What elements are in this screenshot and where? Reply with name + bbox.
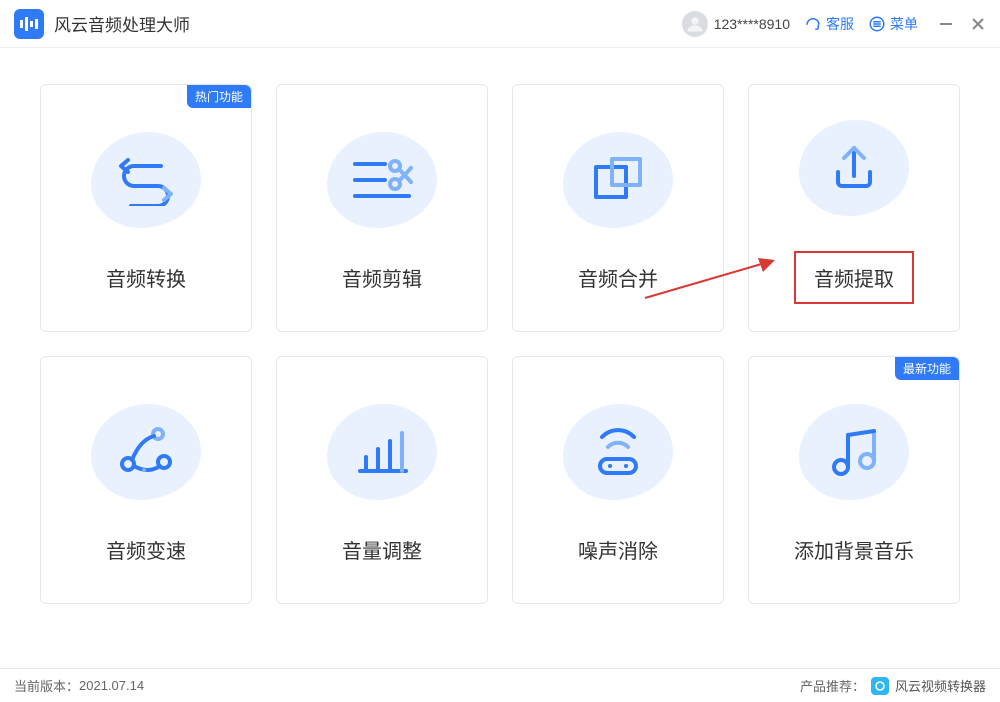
rec-label: 产品推荐： [800,676,865,695]
card-label: 噪声消除 [578,535,658,564]
cut-icon [327,125,437,235]
card-audio-extract[interactable]: 音频提取 [748,84,960,332]
main-content: 热门功能 音频转换 [0,48,1000,668]
close-button[interactable] [970,16,986,32]
card-label: 音频合并 [578,263,658,292]
card-label: 添加背景音乐 [794,535,914,564]
rec-product[interactable]: 风云视频转换器 [895,676,986,695]
rec-logo-icon [871,677,889,695]
app-title: 风云音频处理大师 [54,11,190,36]
minimize-button[interactable] [938,16,954,32]
card-add-bgm[interactable]: 最新功能 添加背景音乐 [748,356,960,604]
user-id[interactable]: 123****8910 [714,16,790,32]
version-value: 2021.07.14 [79,678,144,693]
noise-icon [563,397,673,507]
avatar-icon[interactable] [682,11,708,37]
extract-icon [799,113,909,223]
merge-icon [563,125,673,235]
menu-icon [868,15,886,33]
card-volume-adjust[interactable]: 音量调整 [276,356,488,604]
titlebar: 风云音频处理大师 123****8910 客服 菜单 [0,0,1000,48]
hot-badge: 热门功能 [187,85,251,108]
card-audio-convert[interactable]: 热门功能 音频转换 [40,84,252,332]
card-audio-merge[interactable]: 音频合并 [512,84,724,332]
card-label: 音频转换 [106,263,186,292]
service-link[interactable]: 客服 [804,14,854,34]
footer: 当前版本： 2021.07.14 产品推荐： 风云视频转换器 [0,668,1000,702]
menu-link[interactable]: 菜单 [868,14,918,34]
card-label: 音频提取 [814,263,894,292]
new-badge: 最新功能 [895,357,959,380]
card-label: 音频剪辑 [342,263,422,292]
convert-icon [91,125,201,235]
bgm-icon [799,397,909,507]
menu-label: 菜单 [890,14,918,34]
version-label: 当前版本： [14,676,79,695]
headset-icon [804,15,822,33]
speed-icon [91,397,201,507]
card-audio-cut[interactable]: 音频剪辑 [276,84,488,332]
card-noise-remove[interactable]: 噪声消除 [512,356,724,604]
card-label: 音频变速 [106,535,186,564]
service-label: 客服 [826,14,854,34]
card-audio-speed[interactable]: 音频变速 [40,356,252,604]
card-label: 音量调整 [342,535,422,564]
app-logo-icon [14,9,44,39]
volume-icon [327,397,437,507]
